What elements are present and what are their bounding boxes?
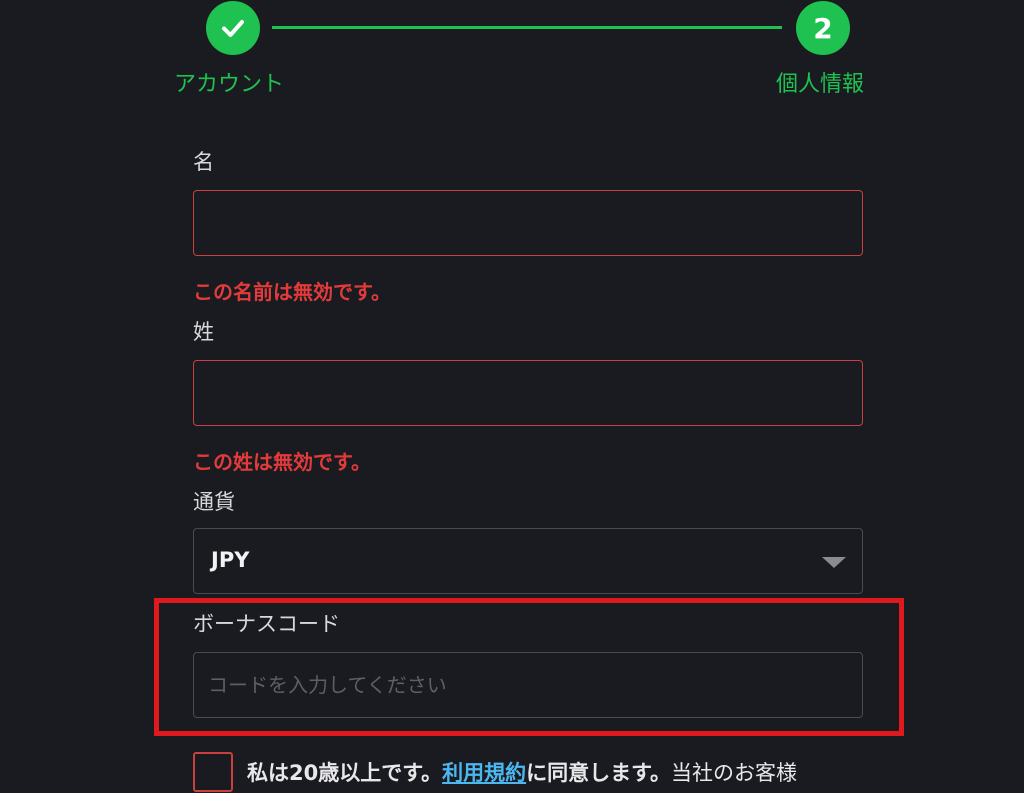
last-name-label: 姓 [193,320,214,344]
age-consent-statement: 私は20歳以上です。 [247,761,443,785]
first-name-label: 名 [193,150,214,174]
age-consent-checkbox[interactable] [193,752,233,792]
age-consent-tail: 当社のお客様 [671,761,798,785]
bonus-code-label: ボーナスコード [193,612,340,636]
currency-selected-value: JPY [211,548,250,572]
step-account-circle [206,1,260,55]
first-name-input[interactable] [193,190,863,256]
registration-stepper: 2 アカウント 個人情報 [0,0,1024,110]
first-name-error: この名前は無効です。 [193,280,391,304]
terms-link[interactable]: 利用規約 [442,761,526,785]
bonus-code-input[interactable] [193,652,863,718]
age-consent-agree: に同意します。 [526,761,672,785]
step-account-label: アカウント [174,72,285,97]
currency-label: 通貨 [193,490,235,514]
currency-select[interactable]: JPY [193,528,863,594]
last-name-error: この姓は無効です。 [193,450,371,474]
chevron-down-icon [822,557,846,568]
step-personal-info-circle: 2 [796,1,850,55]
age-consent-text: 私は20歳以上です。利用規約に同意します。当社のお客様 [247,757,797,787]
stepper-progress-line [272,26,782,29]
last-name-input[interactable] [193,360,863,426]
step-number: 2 [813,11,833,45]
check-icon [222,20,244,37]
step-personal-info-label: 個人情報 [776,72,865,97]
